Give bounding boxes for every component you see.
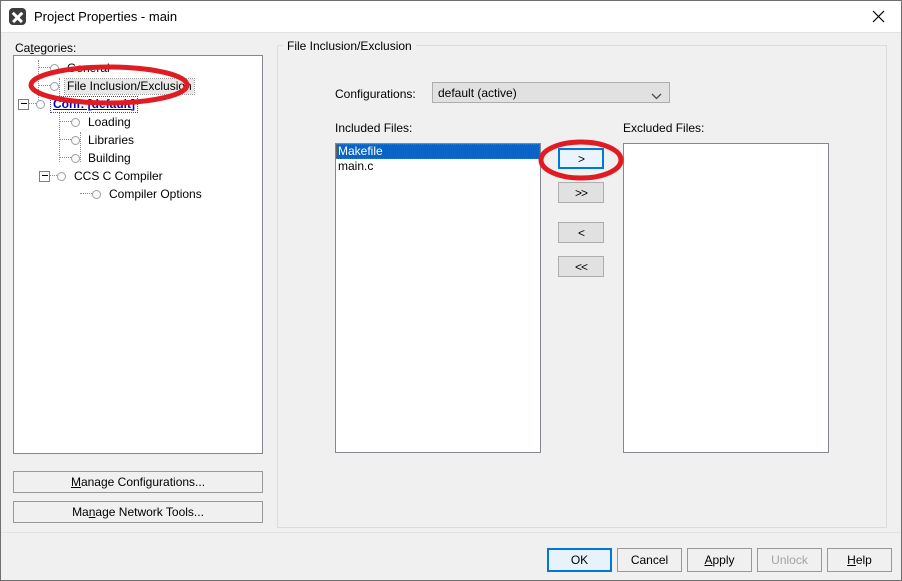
categories-tree[interactable]: General File Inclusion/Exclusion Conf: […	[13, 55, 263, 454]
tree-node-bullet-icon	[36, 99, 45, 109]
footer-divider	[1, 532, 901, 533]
tree-item-compiler-options[interactable]: Compiler Options	[14, 185, 262, 203]
tree-item-building[interactable]: Building	[14, 149, 262, 167]
excluded-files-list[interactable]	[623, 143, 829, 453]
window-title: Project Properties - main	[34, 9, 178, 24]
included-files-label: Included Files:	[335, 121, 413, 135]
configurations-selected-value: default (active)	[438, 86, 517, 100]
tree-item-conf-default[interactable]: Conf: [default]	[14, 95, 262, 113]
groupbox-title: File Inclusion/Exclusion	[283, 39, 416, 53]
tree-item-loading[interactable]: Loading	[14, 113, 262, 131]
tree-node-bullet-icon	[92, 189, 101, 199]
app-x-icon	[9, 8, 26, 25]
configurations-label: Configurations:	[335, 87, 416, 101]
chevron-down-icon	[651, 89, 662, 103]
tree-node-bullet-icon	[71, 153, 80, 163]
configurations-select[interactable]: default (active)	[432, 82, 670, 103]
move-all-right-button[interactable]: >>	[558, 182, 604, 203]
list-item[interactable]: Makefile	[336, 144, 540, 159]
included-files-list[interactable]: Makefile main.c	[335, 143, 541, 453]
tree-item-general[interactable]: General	[14, 59, 262, 77]
tree-node-bullet-icon	[50, 81, 59, 91]
tree-node-bullet-icon	[57, 171, 66, 181]
list-item[interactable]: main.c	[336, 159, 540, 174]
tree-node-bullet-icon	[71, 117, 80, 127]
title-bar: Project Properties - main	[1, 1, 901, 33]
tree-item-label: CCS C Compiler	[74, 168, 163, 183]
ok-button[interactable]: OK	[547, 548, 612, 572]
manage-configurations-button[interactable]: Manage Configurations...	[13, 471, 263, 493]
tree-item-label: General	[67, 60, 110, 75]
project-properties-dialog: Project Properties - main Categories: Ge…	[0, 0, 902, 581]
tree-expander-minus-icon[interactable]	[39, 170, 50, 182]
unlock-button: Unlock	[757, 548, 822, 572]
manage-network-tools-button[interactable]: Manage Network Tools...	[13, 501, 263, 523]
tree-node-bullet-icon	[50, 63, 59, 73]
tree-node-bullet-icon	[71, 135, 80, 145]
tree-item-label: Libraries	[88, 132, 135, 147]
apply-button[interactable]: Apply	[687, 548, 752, 572]
tree-item-label: Loading	[88, 114, 131, 129]
tree-item-label: Building	[88, 150, 131, 165]
help-button[interactable]: Help	[827, 548, 892, 572]
tree-item-label: Conf: [default]	[50, 95, 138, 113]
move-left-button[interactable]: <	[558, 222, 604, 243]
tree-item-label: Compiler Options	[109, 186, 202, 201]
excluded-files-label: Excluded Files:	[623, 121, 705, 135]
close-icon[interactable]	[855, 1, 901, 31]
tree-item-label: File Inclusion/Exclusion	[64, 77, 195, 95]
categories-label: Categories:	[15, 41, 77, 55]
tree-item-libraries[interactable]: Libraries	[14, 131, 262, 149]
move-all-left-button[interactable]: <<	[558, 256, 604, 277]
cancel-button[interactable]: Cancel	[617, 548, 682, 572]
tree-expander-minus-icon[interactable]	[18, 98, 29, 110]
move-right-button[interactable]: >	[558, 148, 604, 169]
tree-item-file-inclusion-exclusion[interactable]: File Inclusion/Exclusion	[14, 77, 262, 95]
tree-item-ccs-c-compiler[interactable]: CCS C Compiler	[14, 167, 262, 185]
